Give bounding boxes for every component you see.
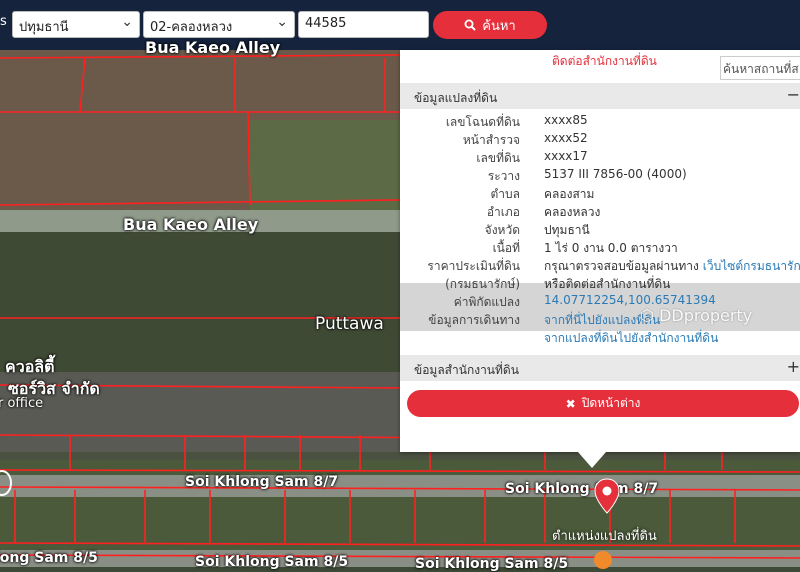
pin-label: ตำแหน่งแปลงที่ดิน	[552, 529, 657, 544]
land-office-section-header[interactable]: ข้อมูลสำนักงานที่ดิน +	[400, 355, 800, 381]
detail-value: xxxx52	[544, 131, 588, 145]
poi-marker-icon[interactable]	[594, 551, 612, 569]
province-select[interactable]: ปทุมธานี ⌄	[12, 11, 140, 38]
map-label-alley-top: Bua Kaeo Alley	[145, 38, 281, 57]
watermark-logo-icon: ⬡	[640, 306, 654, 325]
close-icon: ✖	[565, 396, 576, 411]
close-window-button[interactable]: ✖ ปิดหน้าต่าง	[407, 390, 799, 417]
detail-row: หน้าสำรวจ xxxx52	[400, 130, 800, 148]
map-label-soi-left: long Sam 8/5	[0, 550, 98, 566]
directions-to-office-link[interactable]: จากแปลงที่ดินไปยังสำนักงานที่ดิน	[544, 329, 718, 348]
search-button[interactable]: ค้นหา	[433, 11, 547, 39]
search-place-input[interactable]: ค้นหาสถานที่ส	[720, 56, 800, 80]
map-label-soi-3: Soi Khlong Sam 8/5	[195, 554, 349, 570]
province-value: ปทุมธานี	[19, 20, 69, 35]
detail-row: เลขโฉนดที่ดิน xxxx85	[400, 112, 800, 130]
land-office-section-title: ข้อมูลสำนักงานที่ดิน	[414, 363, 519, 377]
watermark-text: DDproperty	[659, 306, 753, 325]
close-button-label: ปิดหน้าต่าง	[581, 396, 641, 410]
contact-land-office-link[interactable]: ติดต่อสำนักงานที่ดิน	[552, 52, 657, 71]
land-info-popup: ติดต่อสำนักงานที่ดิน ค้นหาสถานที่ส ข้อมู…	[400, 50, 800, 452]
detail-value: 5137 III 7856-00 (4000)	[544, 167, 687, 181]
detail-row: จากแปลงที่ดินไปยังสำนักงานที่ดิน	[400, 328, 800, 346]
coordinates-link[interactable]: 14.07712254,100.65741394	[544, 293, 716, 307]
search-place-placeholder: ค้นหาสถานที่ส	[723, 62, 799, 76]
collapse-icon[interactable]: −	[787, 85, 800, 104]
map-label-soi-4: Soi Khlong Sam 8/5	[415, 556, 569, 572]
map-label-soi-2: Soi Khlong Sam 8/7	[505, 481, 659, 497]
map-label-puttawa: Puttawa	[315, 314, 384, 334]
location-pin-icon[interactable]	[594, 478, 620, 514]
map-label-soi-1: Soi Khlong Sam 8/7	[185, 474, 339, 490]
partial-label: s	[0, 14, 7, 29]
land-plot-section-title: ข้อมูลแปลงที่ดิน	[414, 91, 498, 105]
detail-row: ราคาประเมินที่ดิน กรุณาตรวจสอบข้อมูลผ่าน…	[400, 256, 800, 274]
deed-number-input[interactable]: 44585	[298, 11, 429, 38]
treasury-website-link[interactable]: เว็บไซต์กรมธนารักษ์	[703, 259, 800, 273]
top-search-bar: s ปทุมธานี ⌄ 02-คลองหลวง ⌄ 44585 ค้นหา	[0, 0, 800, 50]
detail-row: (กรมธนารักษ์) หรือติดต่อสำนักงานที่ดิน	[400, 274, 800, 292]
popup-pointer	[578, 452, 606, 468]
detail-row: ระวาง 5137 III 7856-00 (4000)	[400, 166, 800, 184]
chevron-down-icon: ⌄	[121, 14, 133, 30]
chevron-down-icon: ⌄	[276, 14, 288, 30]
detail-row: เลขที่ดิน xxxx17	[400, 148, 800, 166]
detail-row: ตำบล คลองสาม	[400, 184, 800, 202]
district-value: 02-คลองหลวง	[150, 20, 233, 35]
detail-row: อำเภอ คลองหลวง	[400, 202, 800, 220]
district-select[interactable]: 02-คลองหลวง ⌄	[143, 11, 295, 38]
expand-icon[interactable]: +	[787, 357, 800, 376]
search-icon	[464, 19, 476, 31]
detail-value: xxxx17	[544, 149, 588, 163]
search-button-label: ค้นหา	[482, 18, 516, 34]
map-label-bua-kaeo-alley: Bua Kaeo Alley	[123, 215, 259, 234]
appraisal-text: กรุณาตรวจสอบข้อมูลผ่านทาง	[544, 259, 699, 273]
ddproperty-watermark: ⬡ DDproperty	[640, 306, 752, 325]
land-plot-section-header[interactable]: ข้อมูลแปลงที่ดิน −	[400, 83, 800, 109]
deed-number-value: 44585	[305, 16, 347, 31]
detail-value: xxxx85	[544, 113, 588, 127]
detail-row: เนื้อที่ 1 ไร่ 0 งาน 0.0 ตารางวา	[400, 238, 800, 256]
detail-row: จังหวัด ปทุมธานี	[400, 220, 800, 238]
map-label-office: r office	[0, 396, 44, 411]
